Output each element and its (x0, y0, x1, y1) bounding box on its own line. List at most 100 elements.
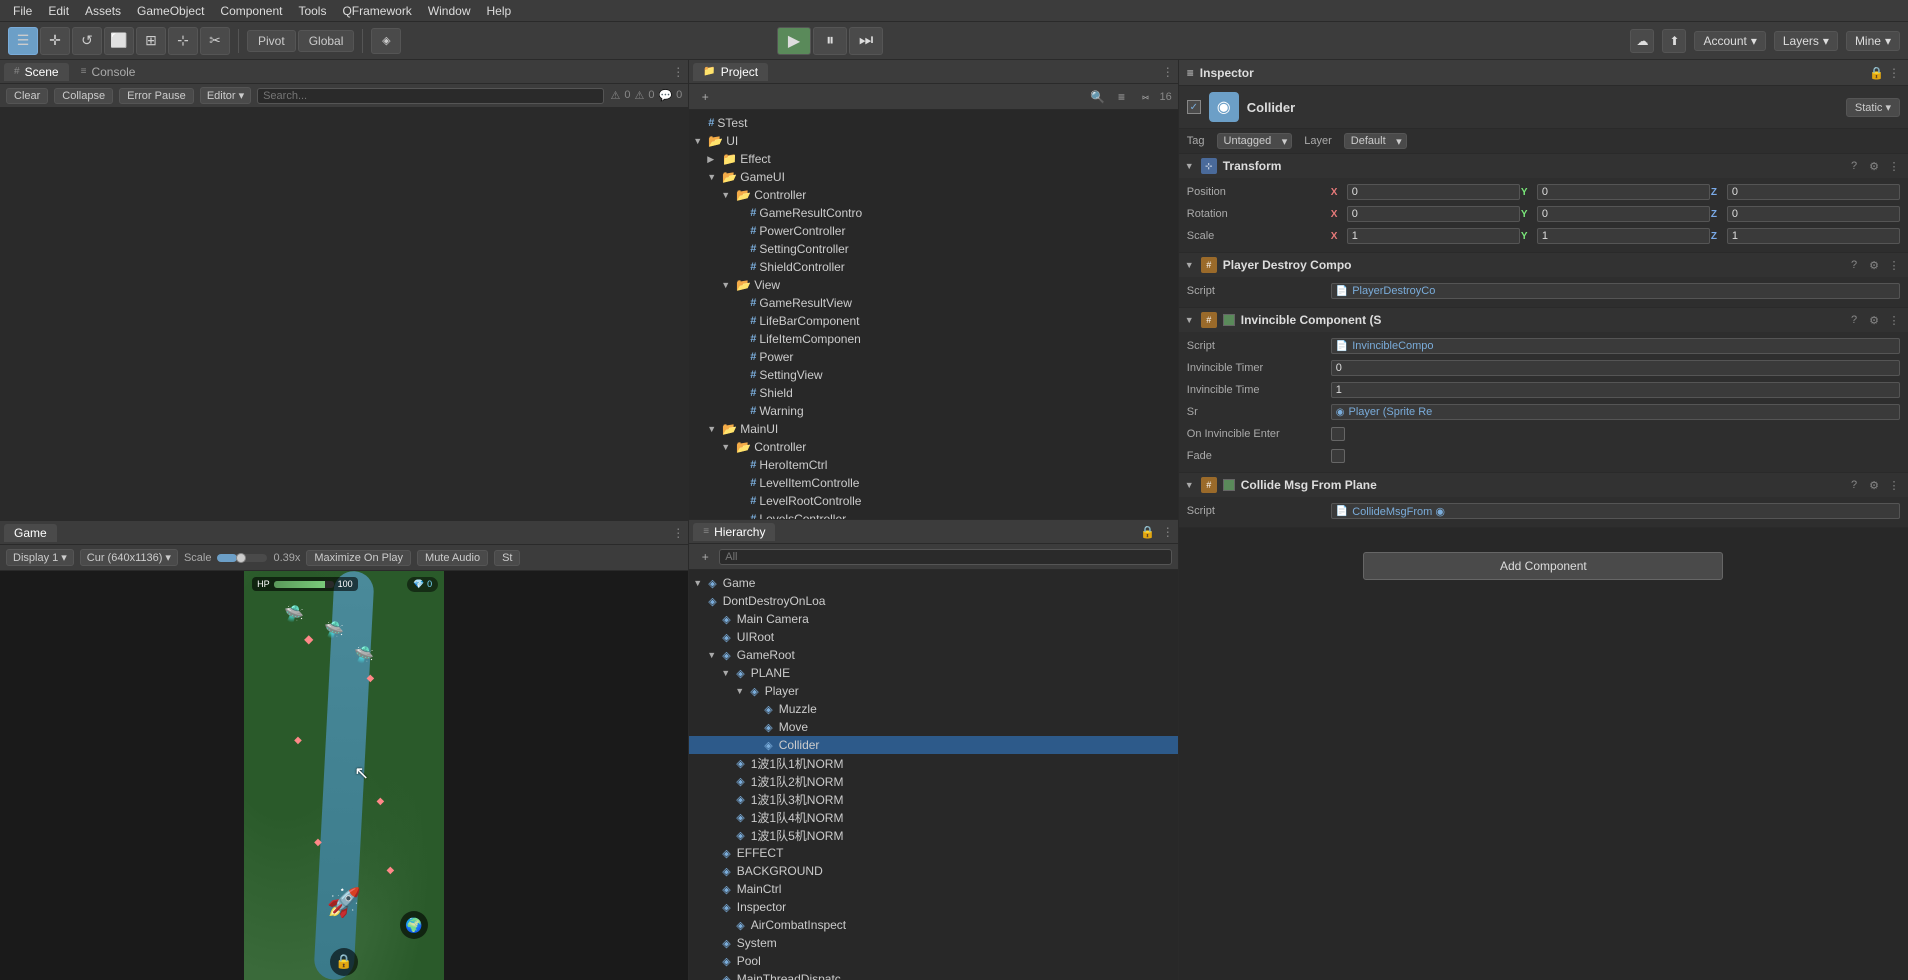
game-panel-menu[interactable]: ⋮ (672, 526, 684, 540)
player-destroy-settings-btn[interactable]: ⚙ (1866, 257, 1882, 273)
pos-y-input[interactable] (1537, 184, 1710, 200)
project-tree-item-warning[interactable]: #Warning (689, 402, 1177, 420)
project-tree-item-lifebarcomp[interactable]: #LifeBarComponent (689, 312, 1177, 330)
project-tree-item-ui[interactable]: ▼📂UI (689, 132, 1177, 150)
menu-gameobject[interactable]: GameObject (130, 2, 211, 20)
transform-tool[interactable]: ⊹ (168, 27, 198, 55)
project-add-btn[interactable]: + (695, 87, 715, 107)
account-dropdown[interactable]: Account ▾ (1694, 31, 1765, 51)
project-tree-item-levelrootctrl[interactable]: #LevelRootControlle (689, 492, 1177, 510)
inv-timer-input[interactable] (1331, 360, 1900, 376)
invincible-help-btn[interactable]: ? (1846, 312, 1862, 328)
invincible-header[interactable]: ▼ # Invincible Component (S ? ⚙ ⋮ (1179, 308, 1908, 332)
menu-window[interactable]: Window (421, 2, 478, 20)
scale-tool[interactable]: ⬜ (104, 27, 134, 55)
global-button[interactable]: Global (298, 30, 355, 52)
hier-tree-item-muzzle[interactable]: ◈Muzzle (689, 700, 1177, 718)
tab-project[interactable]: 📁 Project (693, 63, 768, 81)
transform-header[interactable]: ▼ ⊹ Transform ? ⚙ ⋮ (1179, 154, 1908, 178)
clear-button[interactable]: Clear (6, 88, 48, 104)
cm-script-ref[interactable]: 📄 CollideMsgFrom ◉ (1331, 503, 1900, 519)
layers-dropdown[interactable]: Layers ▾ (1774, 31, 1838, 51)
pos-x-input[interactable] (1347, 184, 1520, 200)
editor-dropdown[interactable]: Editor ▾ (200, 87, 251, 104)
project-tree-item-levelitemctrl[interactable]: #LevelItemControlle (689, 474, 1177, 492)
menu-edit[interactable]: Edit (41, 2, 76, 20)
transform-more-btn[interactable]: ⋮ (1886, 158, 1902, 174)
hier-tree-item-move[interactable]: ◈Move (689, 718, 1177, 736)
inv-time-input[interactable] (1331, 382, 1900, 398)
scale-slider[interactable] (217, 554, 267, 562)
hier-tree-item-player[interactable]: ▼◈Player (689, 682, 1177, 700)
project-tree-item-shield[interactable]: #Shield (689, 384, 1177, 402)
collab-icon[interactable]: ☁ (1630, 29, 1654, 53)
static-button[interactable]: Static ▾ (1846, 98, 1900, 117)
hier-tree-item-dontdestroy[interactable]: ◈DontDestroyOnLoa (689, 592, 1177, 610)
player-destroy-more-btn[interactable]: ⋮ (1886, 257, 1902, 273)
display-dropdown[interactable]: Display 1 ▾ (6, 549, 74, 566)
scale-x-input[interactable] (1347, 228, 1520, 244)
hier-panel-menu[interactable]: ⋮ (1162, 525, 1174, 539)
project-branch-icon[interactable]: ⑅ (1136, 87, 1156, 107)
rotate-tool[interactable]: ↺ (72, 27, 102, 55)
pivot-button[interactable]: Pivot (247, 30, 296, 52)
hier-tree-item-game[interactable]: ▼◈Game (689, 574, 1177, 592)
add-component-button[interactable]: Add Component (1363, 552, 1723, 580)
project-tree-item-controller2[interactable]: ▼📂Controller (689, 438, 1177, 456)
hier-tree-item-mainctrl[interactable]: ◈MainCtrl (689, 880, 1177, 898)
scene-panel-menu[interactable]: ⋮ (672, 65, 684, 79)
menu-help[interactable]: Help (480, 2, 519, 20)
project-tree-item-settingctrl[interactable]: #SettingController (689, 240, 1177, 258)
inspector-lock-icon[interactable]: 🔒 (1869, 66, 1884, 80)
project-tree-item-effect[interactable]: ▶📁Effect (689, 150, 1177, 168)
hier-search-input[interactable] (719, 549, 1171, 565)
rot-y-input[interactable] (1537, 206, 1710, 222)
menu-tools[interactable]: Tools (291, 2, 333, 20)
transform-settings-btn[interactable]: ⚙ (1866, 158, 1882, 174)
hier-tree-item-wave1p4[interactable]: ◈1波1队4机NORM (689, 808, 1177, 826)
invincible-enabled-checkbox[interactable] (1223, 314, 1235, 326)
rot-z-input[interactable] (1727, 206, 1900, 222)
collide-msg-enabled-checkbox[interactable] (1223, 479, 1235, 491)
object-enabled-checkbox[interactable] (1187, 100, 1201, 114)
project-tree-item-shieldctrl[interactable]: #ShieldController (689, 258, 1177, 276)
invincible-settings-btn[interactable]: ⚙ (1866, 312, 1882, 328)
hier-tree-item-wave1p3[interactable]: ◈1波1队3机NORM (689, 790, 1177, 808)
resolution-dropdown[interactable]: Cur (640x1136) ▾ (80, 549, 178, 566)
menu-qframework[interactable]: QFramework (335, 2, 418, 20)
hand-tool[interactable]: ☰ (8, 27, 38, 55)
project-tree-item-controller[interactable]: ▼📂Controller (689, 186, 1177, 204)
hier-tree-item-maincamera[interactable]: ◈Main Camera (689, 610, 1177, 628)
rot-x-input[interactable] (1347, 206, 1520, 222)
hier-tree-item-plane[interactable]: ▼◈PLANE (689, 664, 1177, 682)
scale-y-input[interactable] (1537, 228, 1710, 244)
project-filter-icon[interactable]: ≡ (1112, 87, 1132, 107)
mute-audio-button[interactable]: Mute Audio (417, 550, 488, 566)
tab-console[interactable]: ≡ Console (71, 63, 146, 81)
tag-dropdown[interactable]: Untagged ▾ (1217, 133, 1293, 149)
tab-hierarchy[interactable]: ≡ Hierarchy (693, 523, 775, 541)
project-tree-item-levelsctrl[interactable]: #LevelsController (689, 510, 1177, 519)
hier-tree-item-pool[interactable]: ◈Pool (689, 952, 1177, 970)
hier-tree-item-inspector[interactable]: ◈Inspector (689, 898, 1177, 916)
inv-script-ref[interactable]: 📄 InvincibleCompo (1331, 338, 1900, 354)
project-tree-item-settingview[interactable]: #SettingView (689, 366, 1177, 384)
maximize-on-play-button[interactable]: Maximize On Play (306, 550, 411, 566)
hier-tree-item-effect[interactable]: ◈EFFECT (689, 844, 1177, 862)
hier-tree-item-mainthreaddispatch[interactable]: ◈MainThreadDispatc (689, 970, 1177, 980)
step-button[interactable]: ⏭ (849, 27, 883, 55)
project-tree-item-gameui[interactable]: ▼📂GameUI (689, 168, 1177, 186)
stats-button[interactable]: St (494, 550, 520, 566)
project-search-icon[interactable]: 🔍 (1088, 87, 1108, 107)
hier-tree-item-wave1p5[interactable]: ◈1波1队5机NORM (689, 826, 1177, 844)
hier-tree-item-aircombat[interactable]: ◈AirCombatInspect (689, 916, 1177, 934)
project-tree-item-lifeitemcomp[interactable]: #LifeItemComponen (689, 330, 1177, 348)
project-tree-item-gameresult[interactable]: #GameResultContro (689, 204, 1177, 222)
collide-msg-settings-btn[interactable]: ⚙ (1866, 477, 1882, 493)
error-pause-button[interactable]: Error Pause (119, 88, 194, 104)
inv-sr-ref[interactable]: ◉ Player (Sprite Re (1331, 404, 1900, 420)
inv-fade-checkbox[interactable] (1331, 449, 1345, 463)
hier-tree-item-gameroot[interactable]: ▼◈GameRoot (689, 646, 1177, 664)
tab-game[interactable]: Game (4, 524, 57, 542)
menu-component[interactable]: Component (213, 2, 289, 20)
